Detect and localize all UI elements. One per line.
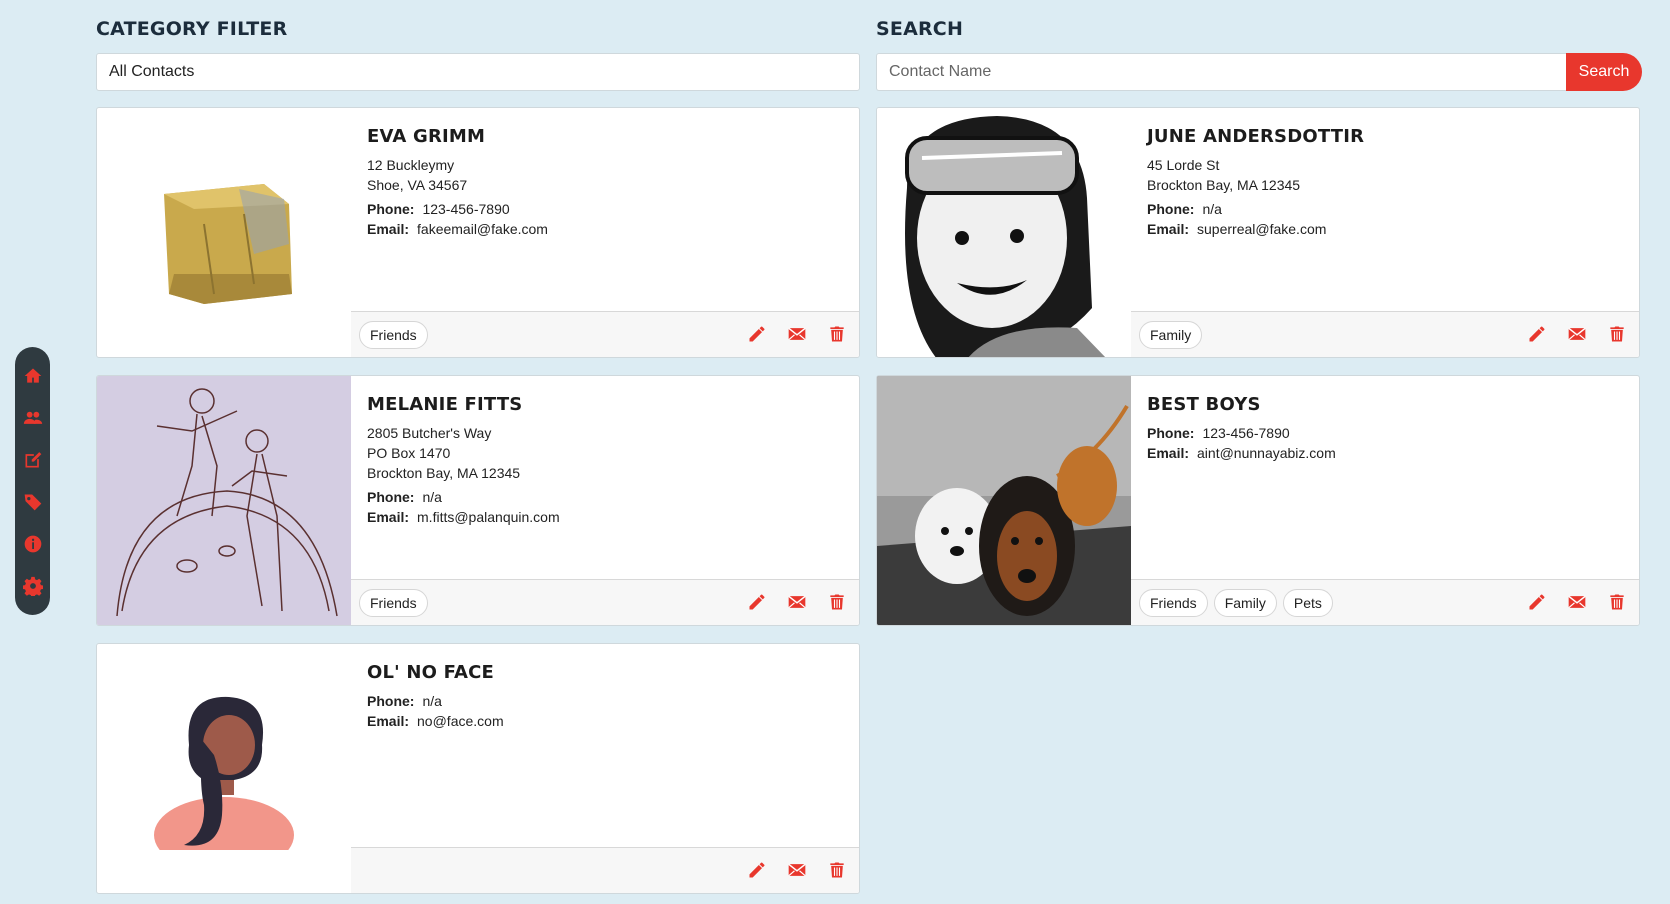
- category-tag[interactable]: Friends: [1139, 588, 1208, 617]
- contact-name: OL' NO FACE: [367, 662, 495, 683]
- address-line: PO Box 1470: [367, 445, 451, 461]
- category-tag[interactable]: Pets: [1282, 588, 1333, 617]
- category-tag[interactable]: Family: [1213, 588, 1277, 617]
- contact-info: BEST BOYS Phone: 123-456-7890 Email: aint@…: [1147, 394, 1629, 463]
- contact-photo: [877, 376, 1131, 625]
- email-label: Email:: [367, 509, 410, 525]
- contact-card: OL' NO FACE Phone: n/a Email: no@face.com: [96, 643, 860, 894]
- contact-card: JUNE ANDERSDOTTIR 45 Lorde St Brockton B…: [876, 107, 1640, 358]
- category-tag[interactable]: Friends: [359, 320, 428, 349]
- email-value: aint@nunnayabiz.com: [1197, 445, 1336, 461]
- contact-name: BEST BOYS: [1147, 394, 1261, 415]
- phone-label: Phone:: [1147, 201, 1195, 217]
- sidebar-nav: [15, 347, 50, 615]
- contact-name: EVA GRIMM: [367, 126, 486, 147]
- phone-label: Phone:: [1147, 425, 1195, 441]
- contact-card: EVA GRIMM 12 Buckleymy Shoe, VA 34567 Ph…: [96, 107, 860, 358]
- email-envelope-icon[interactable]: [787, 324, 807, 344]
- category-tag[interactable]: Family: [1139, 320, 1203, 349]
- delete-trash-icon[interactable]: [827, 592, 847, 612]
- category-filter-title: CATEGORY FILTER: [96, 18, 288, 40]
- category-filter-select[interactable]: All Contacts: [96, 53, 860, 91]
- phone-label: Phone:: [367, 693, 415, 709]
- email-value: m.fitts@palanquin.com: [417, 509, 560, 525]
- card-footer: Friends Family Pets: [1131, 579, 1639, 625]
- edit-pencil-icon[interactable]: [1527, 592, 1547, 612]
- category-tag[interactable]: Friends: [359, 588, 428, 617]
- search-button[interactable]: Search: [1566, 53, 1642, 91]
- phone-value: 123-456-7890: [1202, 425, 1290, 441]
- gear-icon[interactable]: [22, 575, 44, 597]
- delete-trash-icon[interactable]: [1607, 592, 1627, 612]
- address-line: 12 Buckleymy: [367, 157, 455, 173]
- phone-value: n/a: [422, 693, 442, 709]
- edit-pencil-icon[interactable]: [1527, 324, 1547, 344]
- contact-info: EVA GRIMM 12 Buckleymy Shoe, VA 34567 Ph…: [367, 126, 849, 239]
- tag-icon[interactable]: [22, 491, 44, 513]
- card-footer: Family: [1131, 311, 1639, 357]
- phone-label: Phone:: [367, 489, 415, 505]
- email-value: superreal@fake.com: [1197, 221, 1327, 237]
- email-label: Email:: [367, 221, 410, 237]
- search-title: SEARCH: [876, 18, 964, 40]
- email-value: no@face.com: [417, 713, 504, 729]
- card-footer: Friends: [351, 311, 859, 357]
- phone-value: n/a: [422, 489, 442, 505]
- card-footer: [351, 847, 859, 893]
- contact-photo: [97, 644, 351, 893]
- contact-name: JUNE ANDERSDOTTIR: [1147, 126, 1365, 147]
- email-label: Email:: [1147, 445, 1190, 461]
- delete-trash-icon[interactable]: [827, 860, 847, 880]
- address-line: Brockton Bay, MA 12345: [1147, 177, 1301, 193]
- address-line: Brockton Bay, MA 12345: [367, 465, 521, 481]
- email-envelope-icon[interactable]: [1567, 592, 1587, 612]
- email-envelope-icon[interactable]: [1567, 324, 1587, 344]
- address-line: 2805 Butcher's Way: [367, 425, 492, 441]
- edit-pencil-icon[interactable]: [747, 860, 767, 880]
- contact-photo: [877, 108, 1131, 357]
- contact-info: JUNE ANDERSDOTTIR 45 Lorde St Brockton B…: [1147, 126, 1629, 239]
- phone-value: 123-456-7890: [422, 201, 510, 217]
- info-icon[interactable]: [22, 533, 44, 555]
- contact-photo: [97, 376, 351, 625]
- contact-card: MELANIE FITTS 2805 Butcher's Way PO Box …: [96, 375, 860, 626]
- delete-trash-icon[interactable]: [1607, 324, 1627, 344]
- address-line: Shoe, VA 34567: [367, 177, 468, 193]
- address-line: 45 Lorde St: [1147, 157, 1220, 173]
- email-envelope-icon[interactable]: [787, 860, 807, 880]
- home-icon[interactable]: [22, 365, 44, 387]
- email-envelope-icon[interactable]: [787, 592, 807, 612]
- contact-photo: [97, 108, 351, 357]
- email-label: Email:: [367, 713, 410, 729]
- contact-info: OL' NO FACE Phone: n/a Email: no@face.com: [367, 662, 849, 731]
- contact-info: MELANIE FITTS 2805 Butcher's Way PO Box …: [367, 394, 849, 527]
- search-input[interactable]: [876, 53, 1566, 91]
- edit-icon[interactable]: [22, 449, 44, 471]
- card-footer: Friends: [351, 579, 859, 625]
- email-label: Email:: [1147, 221, 1190, 237]
- phone-label: Phone:: [367, 201, 415, 217]
- contact-name: MELANIE FITTS: [367, 394, 523, 415]
- delete-trash-icon[interactable]: [827, 324, 847, 344]
- edit-pencil-icon[interactable]: [747, 592, 767, 612]
- contacts-icon[interactable]: [22, 407, 44, 429]
- contact-card: BEST BOYS Phone: 123-456-7890 Email: aint@…: [876, 375, 1640, 626]
- phone-value: n/a: [1202, 201, 1222, 217]
- edit-pencil-icon[interactable]: [747, 324, 767, 344]
- email-value: fakeemail@fake.com: [417, 221, 548, 237]
